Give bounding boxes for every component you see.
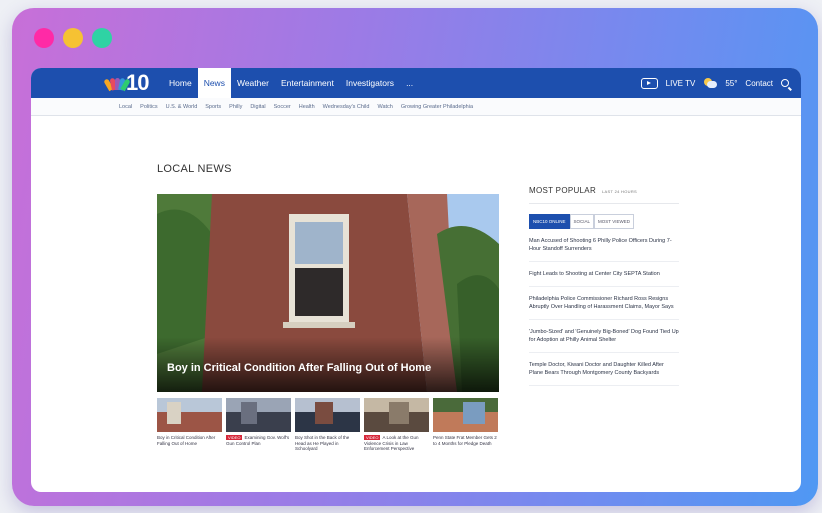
thumbnail-caption-text: Boy in Critical Condition After Falling … (157, 435, 216, 446)
peacock-icon (103, 76, 131, 92)
most-popular-tab[interactable]: MOST VIEWED (594, 214, 634, 229)
video-tag: VIDEO (364, 435, 381, 440)
thumbnail-story[interactable]: Boy in Critical Condition After Falling … (157, 398, 222, 452)
search-icon[interactable] (781, 79, 789, 87)
subnav-item[interactable]: Philly (229, 104, 242, 110)
nbc10-logo[interactable]: 10 (103, 70, 150, 96)
popular-story-link[interactable]: 'Jumbo-Sized' and 'Genuinely Big-Boned' … (529, 320, 679, 353)
thumbnail-story[interactable]: Boy Shot in the Back of the Head as He P… (295, 398, 360, 452)
nav-item-more[interactable]: ... (400, 68, 419, 98)
thumbnail-caption[interactable]: VIDEO Examining Gov. Wolf's Gun Control P… (226, 435, 291, 446)
main-nav: Home News Weather Entertainment Investigator… (163, 68, 419, 98)
subnav-item[interactable]: Watch (377, 104, 392, 110)
minimize-dot[interactable] (63, 28, 83, 48)
thumbnail-story[interactable]: Penn State Frat Member Gets 2 to 4 Month… (433, 398, 498, 452)
section-title: LOCAL NEWS (157, 163, 232, 175)
thumbnail-row: Boy in Critical Condition After Falling … (157, 398, 499, 452)
subnav-item[interactable]: Health (299, 104, 315, 110)
subnav-item[interactable]: Soccer (274, 104, 291, 110)
weather-icon[interactable] (703, 78, 718, 88)
thumbnail-caption[interactable]: Boy in Critical Condition After Falling … (157, 435, 222, 446)
story-list: Man Accused of Shooting 6 Philly Police … (529, 229, 679, 386)
subnav-item[interactable]: Sports (205, 104, 221, 110)
subnav-item[interactable]: Digital (250, 104, 265, 110)
thumbnail-image (226, 398, 291, 432)
thumbnail-caption[interactable]: Boy Shot in the Back of the Head as He P… (295, 435, 360, 452)
browser-frame: 10 Home News Weather Entertainment Investiga… (12, 8, 818, 506)
thumbnail-image (433, 398, 498, 432)
nav-item-home[interactable]: Home (163, 68, 198, 98)
right-nav: LIVE TV 55° Contact (640, 68, 789, 98)
most-popular-tab[interactable]: NBC10 ONLINE (529, 214, 570, 229)
subnav-item[interactable]: Local (119, 104, 132, 110)
top-navbar: 10 Home News Weather Entertainment Investiga… (31, 68, 801, 98)
popular-story-link[interactable]: Temple Doctor, Kiwani Doctor and Daughte… (529, 353, 679, 386)
subnav-item[interactable]: Growing Greater Philadelphia (401, 104, 473, 110)
subnav-item[interactable]: U.S. & World (166, 104, 198, 110)
live-tv-link[interactable]: LIVE TV (666, 79, 696, 88)
subnav-item[interactable]: Politics (140, 104, 157, 110)
thumbnail-image (157, 398, 222, 432)
most-popular-header: MOST POPULAR LAST 24 HOURS (529, 186, 679, 195)
popular-story-link[interactable]: Man Accused of Shooting 6 Philly Police … (529, 229, 679, 262)
subnav-item[interactable]: Wednesday's Child (323, 104, 370, 110)
popular-story-link[interactable]: Philadelphia Police Commissioner Richard… (529, 287, 679, 320)
thumbnail-caption-text: Penn State Frat Member Gets 2 to 4 Month… (433, 435, 497, 446)
most-popular-tabs: NBC10 ONLINE SOCIAL MOST VIEWED (529, 214, 679, 229)
close-dot[interactable] (34, 28, 54, 48)
maximize-dot[interactable] (92, 28, 112, 48)
divider (529, 203, 679, 204)
contact-link[interactable]: Contact (745, 79, 773, 88)
hero-story[interactable]: Boy in Critical Condition After Falling … (157, 194, 499, 392)
thumbnail-story[interactable]: VIDEO Examining Gov. Wolf's Gun Control P… (226, 398, 291, 452)
hero-headline[interactable]: Boy in Critical Condition After Falling … (167, 362, 431, 374)
nav-item-weather[interactable]: Weather (231, 68, 275, 98)
most-popular-subtitle: LAST 24 HOURS (602, 189, 637, 194)
thumbnail-caption[interactable]: Penn State Frat Member Gets 2 to 4 Month… (433, 435, 498, 446)
temperature[interactable]: 55° (725, 79, 737, 88)
nav-item-news[interactable]: News (197, 68, 231, 98)
thumbnail-caption-text: Boy Shot in the Back of the Head as He P… (295, 435, 350, 451)
thumbnail-image (364, 398, 429, 432)
thumbnail-story[interactable]: VIDEO A Look at the Gun Violence Crisis i… (364, 398, 429, 452)
nav-item-investigators[interactable]: Investigators (340, 68, 400, 98)
most-popular-tab[interactable]: SOCIAL (569, 214, 595, 229)
web-page: 10 Home News Weather Entertainment Investiga… (31, 68, 801, 492)
live-tv-icon[interactable] (640, 77, 658, 89)
sub-navbar: Local Politics U.S. & World Sports Philly Dig… (31, 98, 801, 116)
popular-story-link[interactable]: Fight Leads to Shooting at Center City S… (529, 262, 679, 287)
nav-item-entertainment[interactable]: Entertainment (275, 68, 340, 98)
thumbnail-image (295, 398, 360, 432)
window-controls (34, 28, 112, 48)
video-tag: VIDEO (226, 435, 243, 440)
most-popular-title: MOST POPULAR (529, 186, 597, 195)
thumbnail-caption[interactable]: VIDEO A Look at the Gun Violence Crisis i… (364, 435, 429, 452)
most-popular-sidebar: MOST POPULAR LAST 24 HOURS NBC10 ONLINE S… (529, 186, 679, 386)
